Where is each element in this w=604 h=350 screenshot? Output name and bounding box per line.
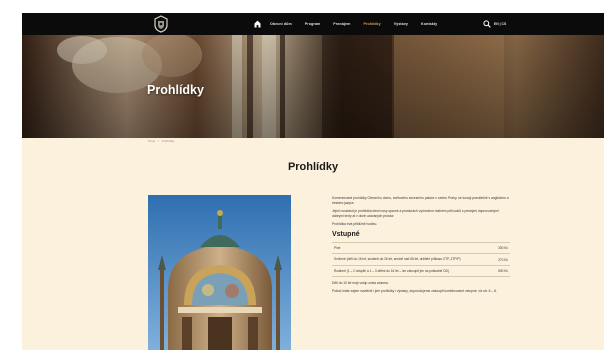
pricing-row: Plné 330 Kč [332,243,510,255]
pricing-row-label: Snížené (děti do 16 let, studenti do 26 … [334,257,461,262]
hero-title: Prohlídky [147,83,204,97]
breadcrumb: Úvod / Prohlídky [148,139,174,143]
hero-image [22,35,604,138]
building-photo [148,195,291,350]
intro-paragraph: Prohlídka trvá přibližně hodinu. [332,222,378,226]
pricing-note: Pokud máte zájem navštívit i jiné prohlí… [332,289,497,294]
pricing-row: Snížené (děti do 16 let, studenti do 26 … [332,254,510,266]
breadcrumb-current: Prohlídky [161,139,175,143]
pricing-heading: Vstupné [332,231,360,238]
nav-item-program[interactable]: Program [305,22,320,26]
pricing-note: Děti do 10 let mají vstup zcela zdarma. [332,281,389,286]
pricing-table: Plné 330 Kč Snížené (děti do 16 let, stu… [332,242,510,278]
tour-info: Komentované prohlídky Obecního domu, svě… [332,196,510,297]
nav-item-vystavy[interactable]: Výstavy [394,22,408,26]
home-icon[interactable] [254,20,261,28]
nav-item-prohlidky[interactable]: Prohlídky [363,22,380,26]
pricing-row-label: Rodinné (1 – 2 dospělí a 1 – 3 dětmi do … [334,268,450,273]
language-switch[interactable]: EN | CS [494,22,506,26]
browser-viewport: Obecní dům Program Pronájem Prohlídky Vý… [22,13,604,350]
page-title: Prohlídky [287,161,339,173]
pricing-row-price: 690 Kč [498,269,508,274]
breadcrumb-separator: / [158,139,159,143]
nav-menu: Obecní dům Program Pronájem Prohlídky Vý… [270,13,450,35]
intro-paragraph: Komentované prohlídky Obecního domu, svě… [332,196,509,205]
breadcrumb-home[interactable]: Úvod [148,139,155,143]
search-icon[interactable] [483,20,491,28]
crest-logo-icon[interactable] [152,15,170,33]
top-navigation: Obecní dům Program Pronájem Prohlídky Vý… [22,13,604,35]
nav-item-pronajem[interactable]: Pronájem [333,22,350,26]
nav-item-obecni-dum[interactable]: Obecní dům [270,22,292,26]
pricing-row: Rodinné (1 – 2 dospělí a 1 – 3 dětmi do … [332,266,510,278]
nav-item-kontakty[interactable]: Kontakty [421,22,437,26]
pricing-row-label: Plné [334,246,341,250]
pricing-row-price: 270 Kč [498,257,508,262]
intro-paragraph: Jejich součástí je prohlídka demi nosy s… [332,209,499,218]
hero-banner: Prohlídky [22,35,604,138]
pricing-row-price: 330 Kč [498,246,508,251]
